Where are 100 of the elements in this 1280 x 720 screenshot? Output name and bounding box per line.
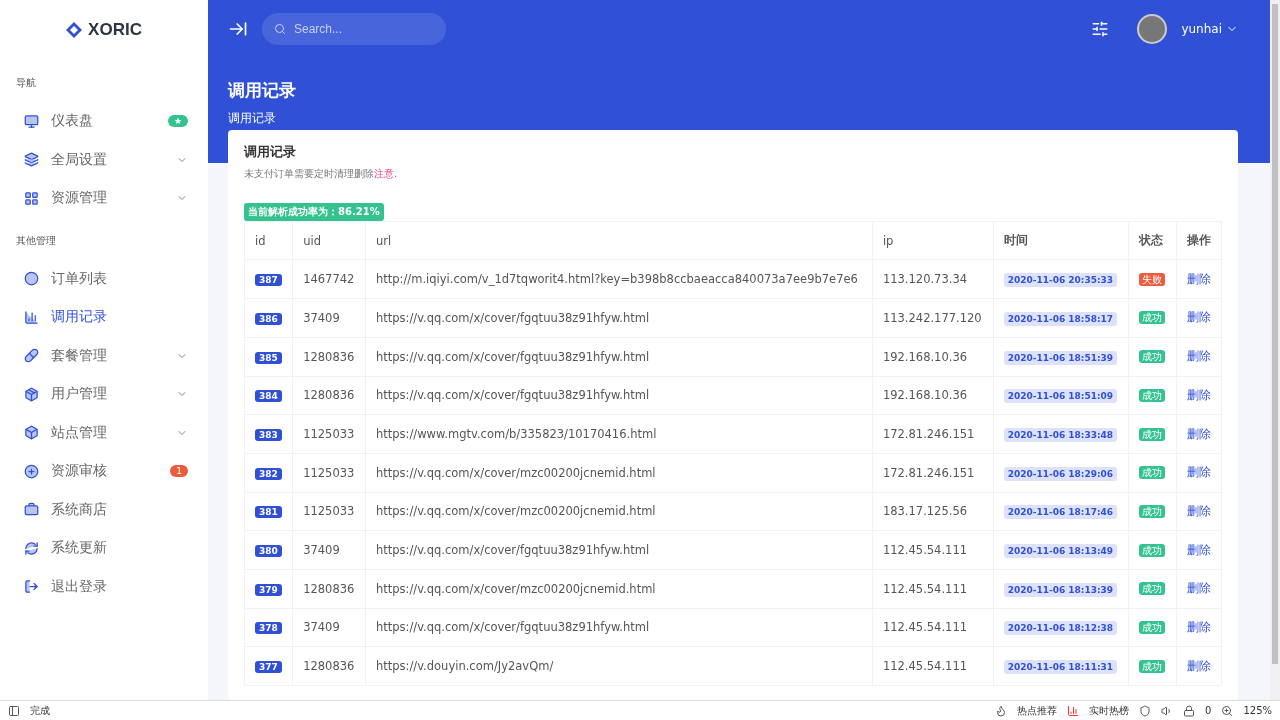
status-tag: 成功 bbox=[1139, 582, 1166, 596]
count-badge: ★ bbox=[167, 115, 188, 128]
table-cell: https://v.qq.com/x/cover/mzc00200jcnemid.html bbox=[365, 569, 873, 609]
sidebar-item[interactable]: 退出登录 bbox=[0, 567, 208, 606]
time-tag: 2020-11-06 18:58:17 bbox=[1003, 311, 1118, 326]
status-tag: 失败 bbox=[1139, 272, 1166, 286]
table-cell: 112.45.54.111 bbox=[872, 569, 994, 609]
sidebar-item[interactable]: 订单列表 bbox=[0, 259, 208, 298]
lock-icon[interactable] bbox=[1183, 704, 1196, 717]
table-cell: 113.120.73.34 bbox=[872, 259, 994, 299]
table-cell: 172.81.246.151 bbox=[872, 453, 994, 493]
id-tag: 387 bbox=[255, 274, 282, 287]
sidebar-item-label: 资源审核 bbox=[51, 462, 108, 481]
table-cell: 192.168.10.36 bbox=[872, 376, 994, 415]
page-title: 调用记录 bbox=[228, 79, 297, 102]
table-cell: https://v.qq.com/x/cover/fgqtuu38z91hfyw.html bbox=[365, 608, 873, 647]
panel-icon[interactable] bbox=[8, 704, 20, 717]
time-tag: 2020-11-06 18:51:39 bbox=[1003, 350, 1118, 365]
table-cell: https://v.douyin.com/Jy2avQm/ bbox=[365, 646, 873, 686]
package-icon bbox=[24, 386, 39, 402]
column-header: 时间 bbox=[993, 221, 1129, 260]
column-header: url bbox=[365, 221, 873, 260]
table-cell: https://www.mgtv.com/b/335823/10170416.html bbox=[365, 414, 873, 454]
pill-icon bbox=[24, 348, 39, 364]
sidebar-item[interactable]: 套餐管理 bbox=[0, 336, 208, 375]
sidebar-item[interactable]: 站点管理 bbox=[0, 413, 208, 452]
sidebar-item[interactable]: 资源审核 1 bbox=[0, 452, 208, 491]
table-cell: https://v.qq.com/x/cover/fgqtuu38z91hfyw.html bbox=[365, 298, 873, 338]
table-cell: 112.45.54.111 bbox=[872, 646, 994, 686]
chart-icon[interactable] bbox=[1067, 704, 1080, 717]
monitor-icon bbox=[24, 113, 39, 129]
sidebar-item[interactable]: 系统更新 bbox=[0, 529, 208, 568]
zoom-icon[interactable] bbox=[1221, 704, 1234, 717]
status-tag: 成功 bbox=[1139, 620, 1166, 634]
sidebar-item-label: 资源管理 bbox=[51, 189, 108, 208]
time-tag: 2020-11-06 18:29:06 bbox=[1003, 466, 1118, 481]
table-cell: https://v.qq.com/x/cover/mzc00200jcnemid.html bbox=[365, 492, 873, 531]
plus-circle-icon bbox=[24, 463, 39, 479]
table-cell: 183.17.125.56 bbox=[872, 492, 994, 531]
menu-icon[interactable] bbox=[228, 19, 248, 39]
sidebar-item-label: 系统更新 bbox=[51, 539, 108, 558]
id-tag: 378 bbox=[255, 622, 282, 635]
count-badge: 1 bbox=[170, 465, 188, 478]
time-tag: 2020-11-06 18:11:31 bbox=[1003, 660, 1118, 675]
status-link[interactable]: 热点推荐 bbox=[1017, 703, 1058, 718]
user-name[interactable]: yunhai bbox=[1181, 22, 1222, 36]
table-cell: 1125033 bbox=[292, 414, 366, 454]
logo-text: XORIC bbox=[88, 20, 142, 40]
bar-chart-icon bbox=[24, 309, 39, 325]
column-header: ip bbox=[872, 221, 994, 260]
id-tag: 385 bbox=[255, 351, 282, 364]
sidebar-item[interactable]: 系统商店 bbox=[0, 490, 208, 529]
success-rate-badge: 当前解析成功率为：86.21% bbox=[244, 203, 384, 222]
table-cell: 1125033 bbox=[292, 453, 366, 493]
note-link[interactable]: 注意 bbox=[374, 168, 394, 180]
zoom-level[interactable]: 125% bbox=[1243, 705, 1272, 716]
table-cell: https://v.qq.com/x/cover/fgqtuu38z91hfyw.html bbox=[365, 337, 873, 376]
sidebar-item[interactable]: 用户管理 bbox=[0, 375, 208, 414]
scrollbar-thumb[interactable] bbox=[1272, 4, 1278, 664]
id-tag: 384 bbox=[255, 390, 282, 403]
status-tag: 成功 bbox=[1139, 388, 1166, 402]
table-cell: 1125033 bbox=[292, 492, 366, 531]
table-cell: 112.45.54.111 bbox=[872, 608, 994, 647]
table-cell: https://v.qq.com/x/cover/fgqtuu38z91hfyw.html bbox=[365, 530, 873, 570]
sidebar-item[interactable]: 调用记录 bbox=[0, 298, 208, 337]
status-tag: 成功 bbox=[1139, 427, 1166, 441]
avatar[interactable] bbox=[1137, 14, 1168, 44]
logo-icon bbox=[66, 22, 83, 38]
status-link[interactable]: 实时热榜 bbox=[1089, 703, 1130, 718]
refresh-icon bbox=[24, 540, 39, 556]
sidebar-item-label: 系统商店 bbox=[51, 500, 108, 519]
download-count[interactable]: 0 bbox=[1205, 705, 1212, 716]
sidebar-item[interactable]: 全局设置 bbox=[0, 140, 208, 179]
briefcase-icon bbox=[24, 502, 39, 518]
id-tag: 382 bbox=[255, 467, 282, 480]
table-cell: https://v.qq.com/x/cover/mzc00200jcnemid.html bbox=[365, 453, 873, 493]
status-text: 完成 bbox=[30, 703, 50, 718]
sidebar-item[interactable]: 资源管理 bbox=[0, 179, 208, 218]
card-title: 调用记录 bbox=[244, 144, 297, 162]
shield-icon[interactable] bbox=[1139, 704, 1152, 717]
time-tag: 2020-11-06 20:35:33 bbox=[1003, 273, 1118, 288]
sidebar-item-label: 调用记录 bbox=[51, 308, 108, 327]
flame-icon[interactable] bbox=[995, 704, 1008, 717]
time-tag: 2020-11-06 18:33:48 bbox=[1003, 428, 1118, 443]
sidebar-item[interactable]: 仪表盘 ★ bbox=[0, 102, 208, 141]
sidebar-item-label: 套餐管理 bbox=[51, 346, 108, 365]
table-cell: 1280836 bbox=[292, 646, 366, 686]
status-tag: 成功 bbox=[1139, 311, 1166, 325]
time-tag: 2020-11-06 18:51:09 bbox=[1003, 389, 1118, 404]
column-header: 状态 bbox=[1128, 221, 1177, 260]
grid-icon bbox=[24, 190, 39, 206]
logout-icon bbox=[24, 579, 39, 595]
settings-icon[interactable] bbox=[1091, 20, 1110, 38]
table-cell: 1467742 bbox=[292, 259, 366, 299]
cube-icon bbox=[24, 425, 39, 441]
status-tag: 成功 bbox=[1139, 504, 1166, 518]
sidebar-item-label: 订单列表 bbox=[51, 269, 108, 288]
status-tag: 成功 bbox=[1139, 466, 1166, 480]
table-cell: 1280836 bbox=[292, 569, 366, 609]
circle-icon bbox=[24, 271, 39, 287]
